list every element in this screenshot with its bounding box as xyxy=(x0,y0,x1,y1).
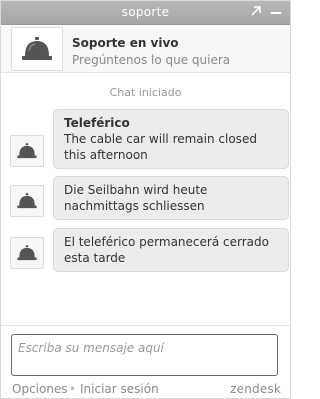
message-bubble: Teleférico The cable car will remain clo… xyxy=(53,109,289,169)
window-titlebar[interactable]: soporte xyxy=(1,1,290,25)
agent-avatar xyxy=(11,27,63,71)
chat-header: Soporte en vivo Pregúntenos lo que quier… xyxy=(1,25,290,73)
message-avatar xyxy=(10,135,44,167)
footer-separator: • xyxy=(69,382,77,396)
service-bell-icon xyxy=(17,143,37,159)
message-text: The cable car will remain closed this af… xyxy=(64,132,257,162)
options-link[interactable]: Opciones xyxy=(12,382,68,396)
message-text: El teleférico permanecerá cerrado esta t… xyxy=(64,235,269,265)
minimize-icon[interactable] xyxy=(269,4,283,18)
chat-footer: Opciones • Iniciar sesión zendesk xyxy=(1,379,290,399)
composer xyxy=(1,325,290,378)
popout-arrow-icon[interactable] xyxy=(249,4,263,18)
message-avatar xyxy=(10,185,44,217)
message-avatar xyxy=(10,237,44,269)
window-title: soporte xyxy=(121,5,170,19)
chat-widget: soporte Soporte en vivo Pregúntenos lo q… xyxy=(0,0,291,399)
message-text: Die Seilbahn wird heute nachmittags schl… xyxy=(64,183,208,213)
message-input[interactable] xyxy=(11,334,278,376)
message-bubble: El teleférico permanecerá cerrado esta t… xyxy=(53,228,289,272)
message-bubble: Die Seilbahn wird heute nachmittags schl… xyxy=(53,176,289,220)
service-bell-icon xyxy=(22,37,52,60)
header-tagline: Pregúntenos lo que quiera xyxy=(72,53,231,67)
service-bell-icon xyxy=(17,193,37,209)
service-bell-icon xyxy=(17,245,37,261)
agent-name: Soporte en vivo xyxy=(72,36,179,50)
chat-started-label: Chat iniciado xyxy=(109,86,182,99)
login-link[interactable]: Iniciar sesión xyxy=(80,382,159,396)
chat-log[interactable]: Chat iniciado Teleférico The cable car w… xyxy=(1,73,290,331)
zendesk-logo[interactable]: zendesk xyxy=(230,382,281,396)
message-sender: Teleférico xyxy=(64,116,130,130)
